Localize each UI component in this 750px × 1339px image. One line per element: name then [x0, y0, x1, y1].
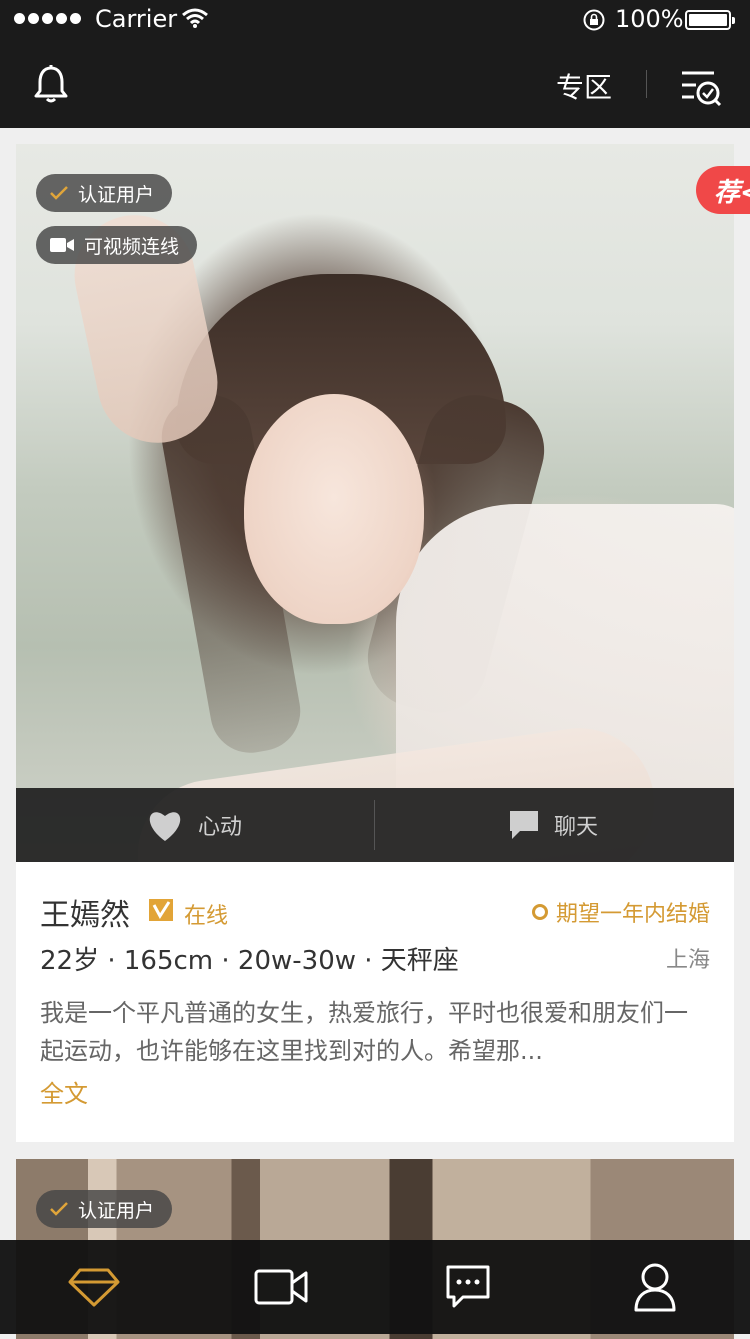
- video-badge: 可视频连线: [36, 226, 198, 264]
- profile-card[interactable]: 认证用户 可视频连线 心动 聊天 王嫣然 在线 期望一年内结婚 22岁 · 16…: [16, 144, 734, 1142]
- video-label: 可视频连线: [84, 235, 180, 258]
- like-button[interactable]: 心动: [146, 788, 242, 862]
- profile-bio: 我是一个平凡普通的女生，热爱旅行，平时也很爱和朋友们一起运动，也许能够在这里找到…: [40, 999, 688, 1065]
- tab-profile[interactable]: [561, 1240, 748, 1334]
- verified-badge: 认证用户: [36, 1190, 173, 1228]
- chat-bubble-icon: [446, 1265, 489, 1308]
- tab-diamond[interactable]: [0, 1240, 187, 1334]
- zone-button[interactable]: 专区: [556, 66, 612, 106]
- like-label: 心动: [198, 815, 243, 840]
- nav-divider: [646, 70, 647, 98]
- verified-v-icon: [149, 899, 173, 921]
- action-bar: 心动 聊天: [16, 788, 734, 862]
- verified-label: 认证用户: [78, 183, 155, 206]
- profile-name[interactable]: 王嫣然: [40, 890, 130, 934]
- online-status: 在线: [184, 904, 229, 929]
- photo-shape: [244, 394, 424, 624]
- tab-messages[interactable]: [374, 1240, 561, 1334]
- status-bar: Carrier 100%: [0, 0, 750, 40]
- speech-bubble-icon: [510, 811, 538, 839]
- profile-stats: 22岁 · 165cm · 20w-30w · 天秤座: [40, 946, 459, 976]
- signal-dots-icon: [14, 13, 81, 24]
- recommend-tag[interactable]: 荐<: [696, 166, 750, 214]
- bell-icon[interactable]: [32, 64, 70, 104]
- profile-photo[interactable]: 认证用户 可视频连线 心动 聊天: [16, 144, 734, 862]
- user-icon: [634, 1263, 675, 1312]
- camera-icon: [50, 238, 74, 252]
- battery-percent: 100%: [615, 5, 684, 33]
- check-icon: [50, 1202, 68, 1216]
- video-camera-icon: [254, 1269, 307, 1305]
- chat-button[interactable]: 聊天: [508, 788, 598, 862]
- profile-city: 上海: [665, 948, 710, 973]
- wifi-icon: [182, 8, 208, 28]
- top-bar: Carrier 100% 专区: [0, 0, 750, 128]
- goal-dot-icon: [531, 904, 548, 920]
- goal-label: 期望一年内结婚: [555, 902, 710, 927]
- heart-icon: [149, 812, 181, 841]
- verified-label: 认证用户: [78, 1199, 155, 1222]
- verified-badge: 认证用户: [36, 174, 173, 212]
- rotation-lock-icon: [583, 9, 605, 31]
- chat-label: 聊天: [554, 815, 599, 840]
- action-divider: [374, 800, 375, 850]
- battery-icon: [685, 10, 735, 30]
- diamond-icon: [68, 1268, 119, 1307]
- read-more-link[interactable]: 全文: [40, 1074, 88, 1109]
- filter-icon[interactable]: [680, 68, 722, 108]
- tab-video[interactable]: [187, 1240, 374, 1334]
- carrier-label: Carrier: [95, 5, 178, 33]
- check-icon: [50, 186, 68, 200]
- bottom-tab-bar: [0, 1240, 750, 1334]
- marriage-goal: 期望一年内结婚: [531, 896, 710, 928]
